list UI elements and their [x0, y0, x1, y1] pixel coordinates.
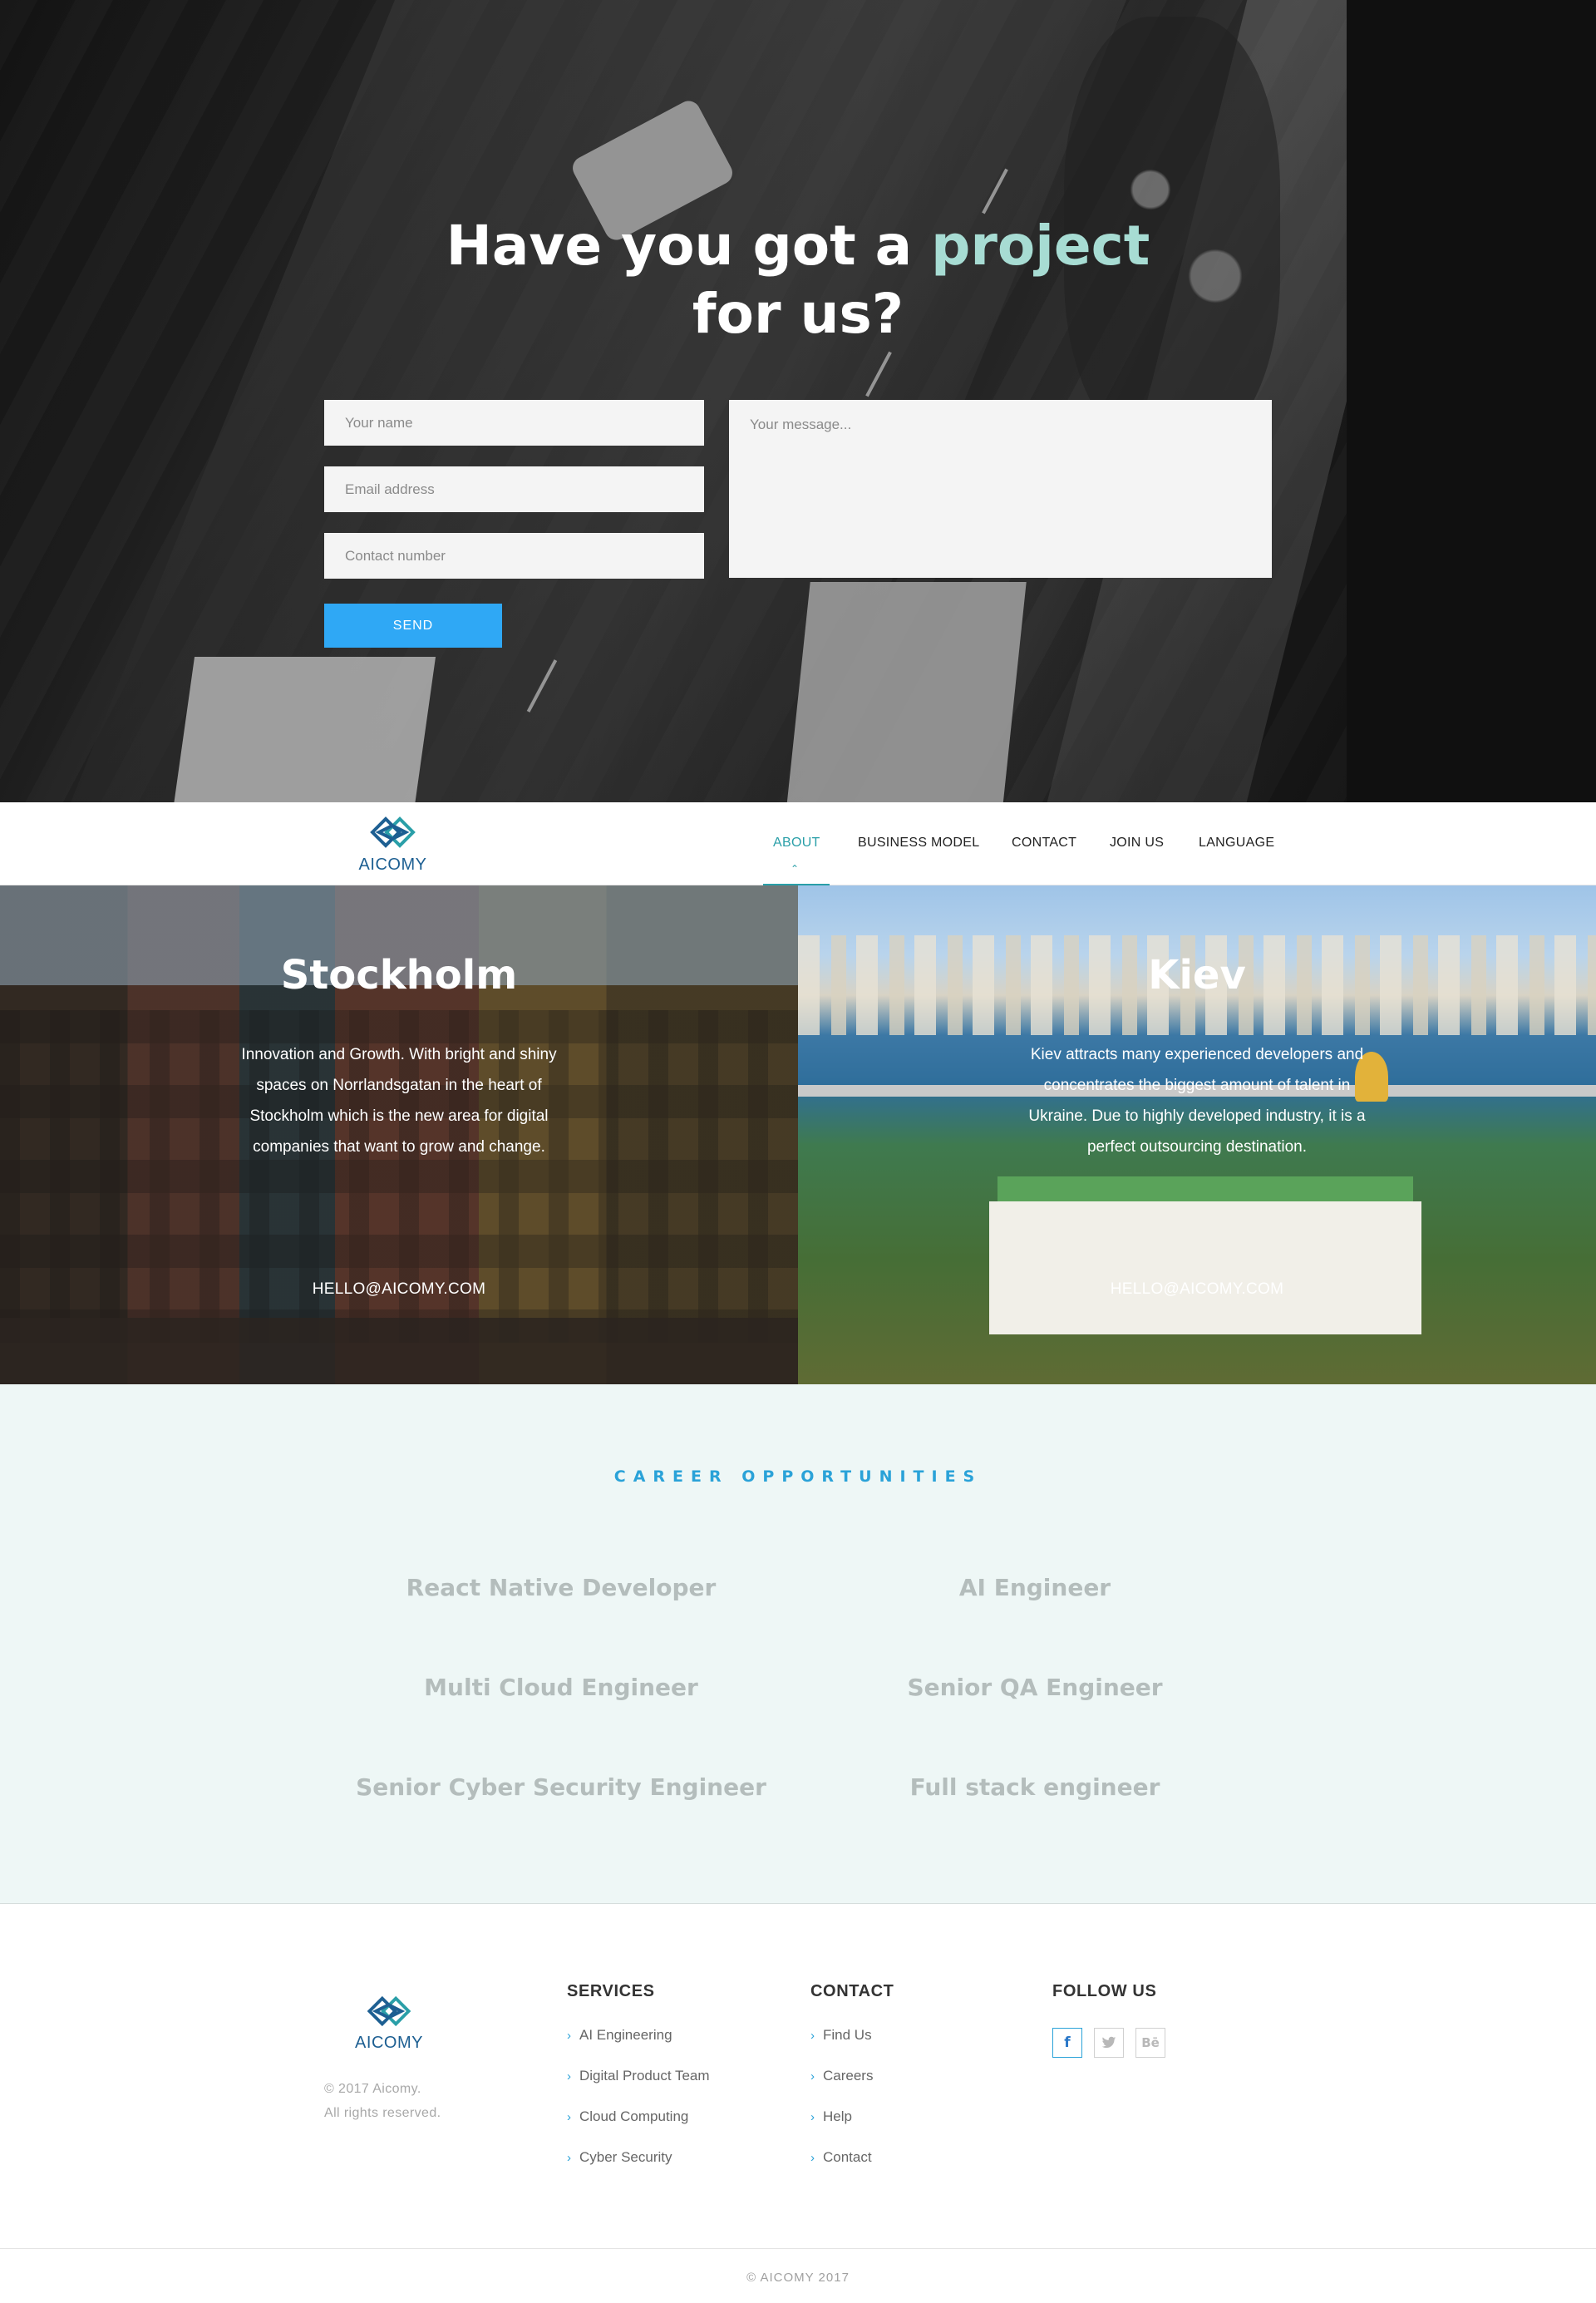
city-description: Innovation and Growth. With bright and s…: [241, 1046, 557, 1156]
copyright-line: All rights reserved.: [324, 2106, 441, 2120]
footer-logo-text: AICOMY: [355, 2034, 423, 2052]
hero-title: Have you got a project for us?: [382, 212, 1214, 348]
chevron-right-icon: ›: [810, 2069, 815, 2084]
chevron-right-icon: ›: [567, 2029, 571, 2043]
chevron-right-icon: ›: [810, 2029, 815, 2043]
bottom-copyright: © AICOMY 2017: [746, 2271, 850, 2285]
services-link[interactable]: › Digital Product Team: [567, 2068, 710, 2108]
services-link[interactable]: › Cloud Computing: [567, 2108, 710, 2149]
aicomy-logo-icon[interactable]: [352, 1990, 426, 2033]
city-description: Kiev attracts many experienced developer…: [1028, 1046, 1366, 1156]
services-link[interactable]: › Cyber Security: [567, 2149, 710, 2190]
city-card-stockholm: Stockholm Innovation and Growth. With br…: [0, 885, 798, 1384]
job-link[interactable]: Senior Cyber Security Engineer: [312, 1773, 810, 1801]
twitter-icon[interactable]: [1094, 2028, 1124, 2058]
message-textarea[interactable]: [729, 400, 1272, 578]
chevron-up-icon: ⌃: [791, 863, 800, 875]
services-list: › AI Engineering › Digital Product Team › C…: [567, 2027, 710, 2190]
chevron-right-icon: ›: [567, 2110, 571, 2124]
contact-link[interactable]: › Help: [810, 2108, 873, 2149]
services-link-label: Cloud Computing: [579, 2108, 689, 2124]
nav-item-join-us[interactable]: JOIN US: [1110, 836, 1164, 851]
job-link[interactable]: Full stack engineer: [786, 1773, 1284, 1801]
city-name: Stockholm: [280, 952, 518, 999]
contact-link[interactable]: › Careers: [810, 2068, 873, 2108]
twitter-bird-icon: [1101, 2036, 1116, 2049]
nav-item-business-model[interactable]: BUSINESS MODEL: [858, 836, 979, 851]
contact-link-label: Contact: [823, 2149, 872, 2165]
city-content: Kiev Kiev attracts many experienced deve…: [798, 885, 1596, 1384]
chevron-right-icon: ›: [810, 2110, 815, 2124]
name-input[interactable]: [324, 400, 704, 446]
services-link-label: Digital Product Team: [579, 2068, 710, 2084]
hero-title-part1: Have you got a: [446, 214, 932, 278]
contact-list: › Find Us › Careers › Help › Contact: [810, 2027, 873, 2190]
city-card-kiev: Kiev Kiev attracts many experienced deve…: [798, 885, 1596, 1384]
services-link-label: Cyber Security: [579, 2149, 672, 2165]
footer: AICOMY © 2017 Aicomy. All rights reserve…: [0, 1905, 1596, 2303]
job-link[interactable]: Senior QA Engineer: [786, 1674, 1284, 1701]
job-link[interactable]: Multi Cloud Engineer: [312, 1674, 810, 1701]
contact-link-label: Careers: [823, 2068, 874, 2084]
chevron-right-icon: ›: [810, 2151, 815, 2165]
contact-link[interactable]: › Contact: [810, 2149, 873, 2190]
contact-title: CONTACT: [810, 1982, 894, 2000]
services-title: SERVICES: [567, 1982, 655, 2000]
hero-section: Have you got a project for us? SEND: [0, 0, 1596, 802]
city-email-link[interactable]: HELLO@AICOMY.COM: [798, 1280, 1596, 1299]
footer-divider: [0, 2248, 1596, 2249]
nav-item-language[interactable]: LANGUAGE: [1199, 836, 1274, 851]
chevron-right-icon: ›: [567, 2069, 571, 2084]
copyright-line: © 2017 Aicomy.: [324, 2082, 421, 2096]
careers-heading: CAREER OPPORTUNITIES: [613, 1467, 983, 1486]
hero-title-part2: for us?: [692, 282, 904, 346]
city-content: Stockholm Innovation and Growth. With br…: [0, 885, 798, 1384]
city-email-link[interactable]: HELLO@AICOMY.COM: [0, 1280, 798, 1299]
behance-icon[interactable]: Bē: [1135, 2028, 1165, 2058]
nav-item-contact[interactable]: CONTACT: [1012, 836, 1076, 851]
hero-title-accent: project: [931, 214, 1150, 278]
facebook-icon[interactable]: f: [1052, 2028, 1082, 2058]
nav-item-about[interactable]: ABOUT: [773, 836, 820, 851]
chevron-right-icon: ›: [567, 2151, 571, 2165]
logo-text: AICOMY: [358, 856, 427, 874]
email-input[interactable]: [324, 466, 704, 512]
aicomy-logo-icon[interactable]: [357, 810, 428, 855]
careers-section: CAREER OPPORTUNITIES React Native Develo…: [0, 1384, 1596, 1904]
send-button[interactable]: SEND: [324, 604, 502, 648]
contact-number-input[interactable]: [324, 533, 704, 579]
main-nav: AICOMY ABOUT ⌃ BUSINESS MODEL CONTACT JO…: [0, 802, 1596, 885]
footer-copyright: © 2017 Aicomy. All rights reserved.: [324, 2077, 441, 2125]
follow-title: FOLLOW US: [1052, 1982, 1157, 2000]
contact-link[interactable]: › Find Us: [810, 2027, 873, 2068]
services-link-label: AI Engineering: [579, 2027, 672, 2043]
job-link[interactable]: AI Engineer: [786, 1574, 1284, 1601]
city-name: Kiev: [1148, 952, 1246, 999]
job-link[interactable]: React Native Developer: [312, 1574, 810, 1601]
services-link[interactable]: › AI Engineering: [567, 2027, 710, 2068]
contact-link-label: Help: [823, 2108, 852, 2124]
contact-link-label: Find Us: [823, 2027, 872, 2043]
